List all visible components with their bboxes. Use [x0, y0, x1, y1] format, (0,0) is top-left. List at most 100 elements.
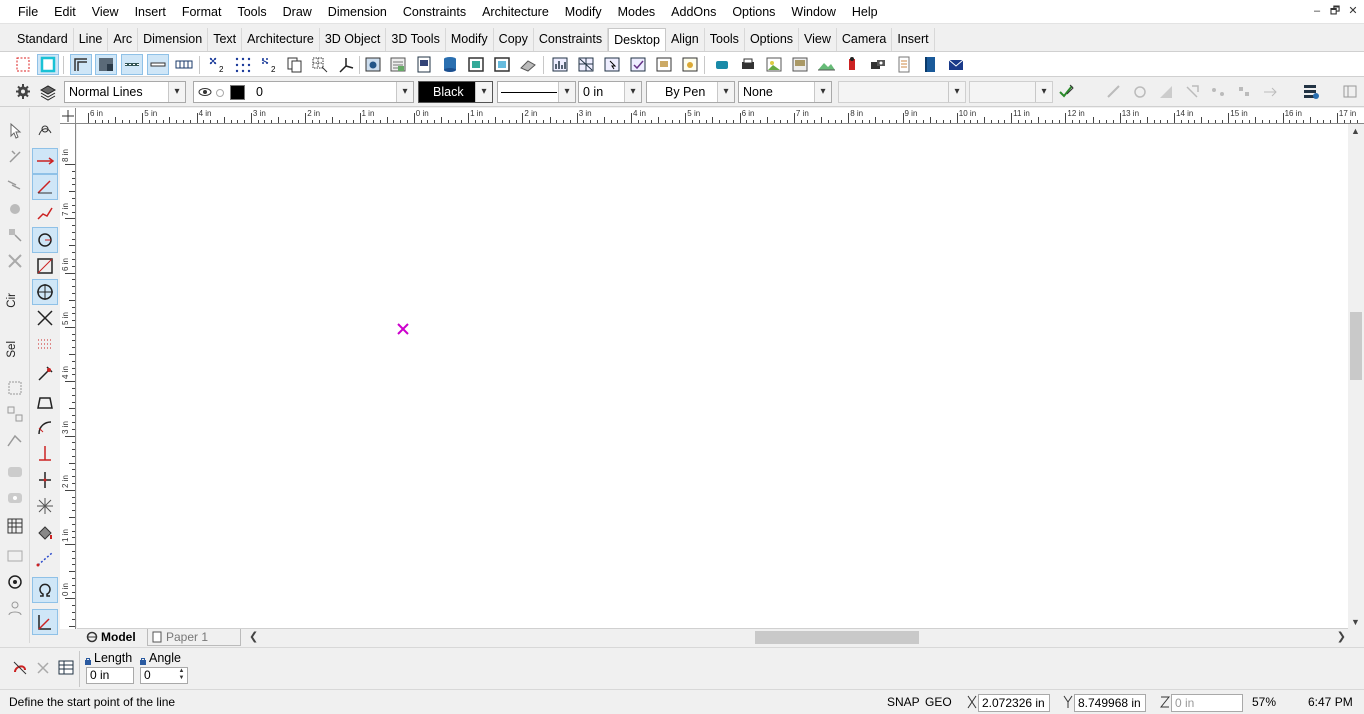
gear-icon[interactable]	[13, 82, 33, 101]
database-icon[interactable]	[440, 55, 460, 74]
tab-constraints[interactable]: Constraints	[534, 28, 609, 51]
length-field[interactable]: 0 in	[86, 667, 134, 684]
scroll-left-icon[interactable]: ❮	[249, 630, 258, 643]
x-lines-icon[interactable]	[33, 306, 57, 330]
grid-select-icon[interactable]	[310, 55, 330, 74]
image-frame-icon[interactable]	[492, 55, 512, 74]
document-view-icon[interactable]	[414, 55, 434, 74]
vector-icon[interactable]	[3, 428, 27, 452]
snap-toggle[interactable]: SNAP	[887, 695, 920, 709]
user-icon[interactable]	[3, 596, 27, 620]
menu-format[interactable]: Format	[174, 0, 230, 24]
menu-modify[interactable]: Modify	[557, 0, 610, 24]
box-3d-icon[interactable]	[33, 254, 57, 278]
snap-grid-icon[interactable]	[1234, 82, 1254, 101]
menu-options[interactable]: Options	[724, 0, 783, 24]
menu-draw[interactable]: Draw	[275, 0, 320, 24]
tab-dimension[interactable]: Dimension	[138, 28, 209, 51]
settings-window-icon[interactable]	[680, 55, 700, 74]
snap-settings-icon[interactable]	[10, 658, 30, 677]
axes-icon[interactable]	[336, 55, 356, 74]
menu-edit[interactable]: Edit	[46, 0, 84, 24]
pen-dropdown[interactable]: By Pen ▾	[646, 81, 735, 103]
tab-model[interactable]: Model	[83, 629, 145, 646]
reshape-icon[interactable]	[3, 171, 27, 195]
chart-window-icon[interactable]	[550, 55, 570, 74]
list-document-icon[interactable]	[894, 55, 914, 74]
landscape-icon[interactable]	[816, 55, 836, 74]
eyedropper-check-icon[interactable]	[1056, 82, 1076, 101]
perpendicular-icon[interactable]	[33, 442, 57, 466]
geo-toggle[interactable]: GEO	[925, 695, 952, 709]
angle-line-icon[interactable]	[32, 174, 58, 200]
length-lock-icon[interactable]	[84, 654, 92, 665]
tab-options[interactable]: Options	[745, 28, 800, 51]
node-edit-icon[interactable]	[3, 145, 27, 169]
tab-text[interactable]: Text	[208, 28, 243, 51]
layer-frame-icon[interactable]	[466, 55, 486, 74]
arc-tangent-icon[interactable]	[33, 416, 57, 440]
layer-manager-icon[interactable]	[1301, 82, 1321, 101]
tab-align[interactable]: Align	[666, 28, 705, 51]
layer-dropdown[interactable]: 0 ▾	[193, 81, 414, 103]
segmented-bar-icon[interactable]	[174, 55, 194, 74]
picture-icon[interactable]	[764, 55, 784, 74]
sheet-icon[interactable]	[518, 55, 538, 74]
tab-3d-object[interactable]: 3D Object	[320, 28, 387, 51]
grid-sub2-icon[interactable]: 2	[259, 55, 279, 74]
menu-help[interactable]: Help	[844, 0, 886, 24]
angle-lock-icon[interactable]	[139, 654, 147, 665]
cancel-icon[interactable]	[33, 658, 53, 677]
camera-icon[interactable]	[3, 570, 27, 594]
grid-dots-icon[interactable]	[33, 332, 57, 356]
fill-dropdown[interactable]: None ▾	[738, 81, 832, 103]
angle-spinner[interactable]: ▲ ▼	[176, 668, 187, 683]
printer-icon[interactable]	[738, 55, 758, 74]
circle-icon[interactable]	[32, 227, 58, 253]
normal-icon[interactable]	[32, 609, 58, 635]
scroll-up-icon[interactable]: ▲	[1351, 126, 1360, 136]
copy-pages-icon[interactable]	[285, 55, 305, 74]
tab-arc[interactable]: Arc	[108, 28, 139, 51]
tab-insert[interactable]: Insert	[892, 28, 935, 51]
bucket-icon[interactable]	[33, 521, 57, 545]
font-dropdown[interactable]: ▾	[838, 81, 966, 103]
font-size-dropdown[interactable]: ▾	[969, 81, 1053, 103]
dash-bar-icon[interactable]	[121, 54, 143, 75]
freehand-icon[interactable]	[33, 119, 57, 143]
red-figure-icon[interactable]	[842, 55, 862, 74]
circle-cross-icon[interactable]	[32, 279, 58, 305]
cir-palette-label[interactable]: Cir	[6, 293, 18, 308]
color-dropdown[interactable]: Black ▾	[418, 81, 493, 103]
photo-window-icon[interactable]	[654, 55, 674, 74]
lock-icon[interactable]	[214, 85, 226, 99]
gray-panel-icon[interactable]	[95, 54, 117, 75]
menu-file[interactable]: File	[10, 0, 46, 24]
restore-button[interactable]: 🗗	[1328, 4, 1342, 18]
layers-list-icon[interactable]	[388, 55, 408, 74]
vertical-scrollbar[interactable]: ▲ ▼	[1348, 124, 1364, 629]
teal-box-icon[interactable]	[712, 55, 732, 74]
check-window-icon[interactable]	[628, 55, 648, 74]
fill-icon[interactable]	[3, 460, 27, 484]
line-width-dropdown[interactable]: 0 in ▾	[578, 81, 642, 103]
line-bar-icon[interactable]	[147, 54, 169, 75]
omega-icon[interactable]	[32, 577, 58, 603]
snapshot-icon[interactable]	[3, 544, 27, 568]
layer-color-swatch[interactable]	[230, 85, 245, 100]
drawing-canvas[interactable]	[77, 124, 1348, 629]
tab-paper-1[interactable]: Paper 1	[147, 629, 241, 646]
move-points-icon[interactable]	[3, 223, 27, 247]
dot-grid-icon[interactable]	[233, 55, 253, 74]
tab-architecture[interactable]: Architecture	[242, 28, 320, 51]
gallery-icon[interactable]	[790, 55, 810, 74]
vertical-scroll-thumb[interactable]	[1350, 312, 1362, 380]
line-style-dropdown[interactable]: Normal Lines ▾	[64, 81, 186, 103]
sel-palette-label[interactable]: Sel	[6, 341, 18, 358]
tab-camera[interactable]: Camera	[837, 28, 893, 51]
tab-line[interactable]: Line	[74, 28, 109, 51]
cyan-rect-icon[interactable]	[37, 54, 59, 75]
dashed-line-icon[interactable]	[33, 547, 57, 571]
camera-group-icon[interactable]	[868, 55, 888, 74]
snap-center-icon[interactable]	[1130, 82, 1150, 101]
